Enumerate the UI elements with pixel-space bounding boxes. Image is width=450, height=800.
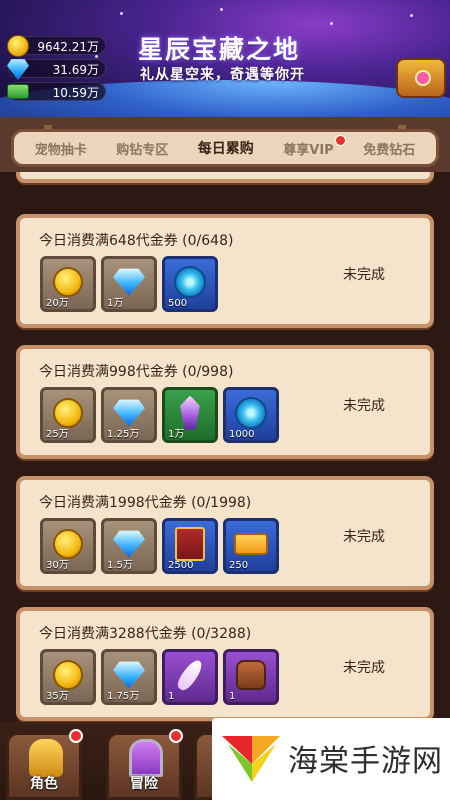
notification-badge bbox=[169, 729, 183, 743]
reward-item[interactable]: 250 bbox=[223, 518, 279, 574]
star-decoration bbox=[410, 14, 413, 17]
portal-icon bbox=[129, 739, 163, 777]
reward-item[interactable]: 1.75万 bbox=[101, 649, 157, 705]
reward-item[interactable]: 500 bbox=[162, 256, 218, 312]
reward-card-partial bbox=[16, 172, 434, 183]
reward-item[interactable]: 1000 bbox=[223, 387, 279, 443]
reward-card: 今日消费满998代金券 (0/998) 25万 1.25万 1万 1000 未完… bbox=[16, 345, 434, 459]
gold-coin-icon bbox=[53, 528, 83, 559]
reward-title: 今日消费满1998代金券 (0/1998) bbox=[39, 495, 252, 511]
reward-status: 未完成 bbox=[343, 660, 385, 676]
tab-free-diamonds[interactable]: 免费钻石 bbox=[363, 139, 415, 158]
reward-status: 未完成 bbox=[343, 529, 385, 545]
cash-balance: 10.59万 bbox=[7, 82, 106, 101]
reward-card: 今日消费满1998代金券 (0/1998) 30万 1.5万 2500 250 … bbox=[16, 476, 434, 590]
watermark-text: 海棠手游网 bbox=[288, 744, 443, 779]
reward-list[interactable]: 今日消费满648代金券 (0/648) 20万 1万 500 未完成 今日消费满… bbox=[0, 172, 450, 732]
diamond-icon bbox=[113, 268, 145, 296]
reward-item[interactable]: 20万 bbox=[40, 256, 96, 312]
item-quantity: 30万 bbox=[46, 560, 69, 571]
star-decoration bbox=[330, 22, 333, 25]
shop-tabs: 宠物抽卡 购钻专区 每日累购 尊享VIP 免费钻石 bbox=[11, 129, 439, 167]
reward-items: 25万 1.25万 1万 1000 bbox=[40, 387, 279, 443]
tab-diamond-shop[interactable]: 购钻专区 bbox=[116, 139, 168, 158]
nav-adventure-button[interactable]: 冒险 bbox=[106, 729, 183, 800]
item-quantity: 1.5万 bbox=[107, 560, 133, 571]
reward-items: 35万 1.75万 1 1 bbox=[40, 649, 279, 705]
item-quantity: 1万 bbox=[168, 429, 185, 440]
reward-item[interactable]: 30万 bbox=[40, 518, 96, 574]
coin-balance: 9642.21万 bbox=[7, 35, 106, 57]
watermark: 海棠手游网 bbox=[212, 718, 450, 800]
event-title: 星辰宝藏之地 bbox=[138, 35, 301, 64]
diamond-balance-value: 31.69万 bbox=[52, 63, 99, 77]
treasure-chest-icon bbox=[396, 58, 446, 98]
reward-items: 30万 1.5万 2500 250 bbox=[40, 518, 279, 574]
reward-item[interactable]: 1.25万 bbox=[101, 387, 157, 443]
item-quantity: 1 bbox=[168, 691, 175, 702]
nav-role-button[interactable]: 角色 bbox=[6, 729, 83, 800]
star-decoration bbox=[95, 55, 98, 58]
item-quantity: 1万 bbox=[107, 298, 124, 309]
reward-status: 未完成 bbox=[343, 398, 385, 414]
star-decoration bbox=[120, 12, 123, 15]
backpack-icon bbox=[236, 659, 266, 690]
diamond-icon bbox=[113, 399, 145, 427]
golden-ticket-icon bbox=[234, 532, 268, 555]
notification-badge bbox=[69, 729, 83, 743]
gold-coin-icon bbox=[53, 397, 83, 428]
reward-title: 今日消费满998代金券 (0/998) bbox=[39, 364, 234, 380]
reward-item[interactable]: 1万 bbox=[101, 256, 157, 312]
diamond-icon bbox=[113, 530, 145, 558]
star-decoration bbox=[220, 8, 223, 11]
character-icon bbox=[29, 739, 63, 777]
reward-title: 今日消费满648代金券 (0/648) bbox=[39, 233, 234, 249]
tab-vip-label: 尊享VIP bbox=[283, 142, 334, 158]
diamond-balance: 31.69万 bbox=[7, 59, 106, 80]
gold-coin-icon bbox=[53, 659, 83, 690]
blue-orb-icon bbox=[174, 265, 206, 298]
reward-item[interactable]: 1 bbox=[162, 649, 218, 705]
blue-orb-icon bbox=[235, 396, 267, 429]
item-quantity: 1.75万 bbox=[107, 691, 140, 702]
item-quantity: 2500 bbox=[168, 560, 194, 571]
coin-balance-value: 9642.21万 bbox=[37, 40, 99, 54]
feather-icon bbox=[174, 656, 206, 693]
reward-item[interactable]: 1万 bbox=[162, 387, 218, 443]
nav-adventure-label: 冒险 bbox=[130, 776, 158, 792]
spell-book-icon bbox=[175, 526, 205, 561]
reward-item[interactable]: 35万 bbox=[40, 649, 96, 705]
tab-pet-draw[interactable]: 宠物抽卡 bbox=[35, 139, 87, 158]
cash-icon bbox=[7, 84, 29, 99]
reward-title: 今日消费满3288代金券 (0/3288) bbox=[39, 626, 252, 642]
tab-daily-cumulative[interactable]: 每日累购 bbox=[198, 138, 254, 158]
item-quantity: 1000 bbox=[229, 429, 255, 440]
item-quantity: 20万 bbox=[46, 298, 69, 309]
reward-item[interactable]: 1 bbox=[223, 649, 279, 705]
reward-item[interactable]: 25万 bbox=[40, 387, 96, 443]
reward-items: 20万 1万 500 bbox=[40, 256, 218, 312]
item-quantity: 1.25万 bbox=[107, 429, 140, 440]
notification-badge bbox=[334, 134, 346, 146]
event-banner: 星辰宝藏之地 礼从星空来，奇遇等你开 9642.21万 31.69万 10.59… bbox=[0, 0, 450, 122]
item-quantity: 500 bbox=[168, 298, 188, 309]
diamond-icon bbox=[113, 661, 145, 689]
gold-coin-icon bbox=[53, 266, 83, 297]
coin-icon bbox=[7, 35, 29, 57]
nav-role-label: 角色 bbox=[30, 776, 58, 792]
reward-item[interactable]: 2500 bbox=[162, 518, 218, 574]
cash-balance-value: 10.59万 bbox=[52, 86, 99, 100]
tab-vip[interactable]: 尊享VIP bbox=[283, 134, 346, 158]
item-quantity: 35万 bbox=[46, 691, 69, 702]
reward-status: 未完成 bbox=[343, 267, 385, 283]
reward-card: 今日消费满3288代金券 (0/3288) 35万 1.75万 1 1 未完成 bbox=[16, 607, 434, 721]
reward-card: 今日消费满648代金券 (0/648) 20万 1万 500 未完成 bbox=[16, 214, 434, 328]
diamond-icon bbox=[7, 59, 29, 80]
item-quantity: 1 bbox=[229, 691, 236, 702]
item-quantity: 250 bbox=[229, 560, 249, 571]
watermark-logo-icon bbox=[222, 736, 280, 782]
item-quantity: 25万 bbox=[46, 429, 69, 440]
event-subtitle: 礼从星空来，奇遇等你开 bbox=[140, 67, 305, 83]
reward-item[interactable]: 1.5万 bbox=[101, 518, 157, 574]
